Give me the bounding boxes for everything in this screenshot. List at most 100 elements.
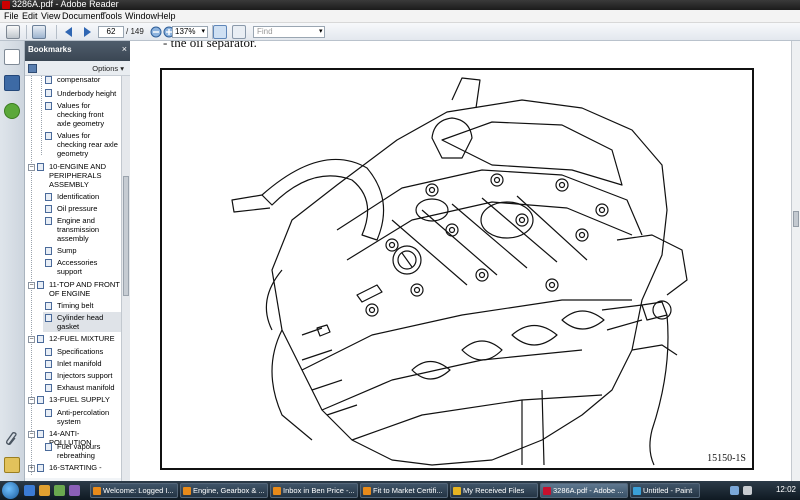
bookmark-item[interactable]: Inlet manifold — [57, 359, 119, 368]
bookmark-icon — [45, 247, 52, 255]
quick-launch-desktop-icon[interactable] — [69, 485, 80, 496]
collapse-toggle[interactable]: − — [28, 282, 35, 289]
document-scrollbar[interactable] — [791, 41, 800, 481]
bookmark-icon — [45, 360, 52, 368]
bookmark-item[interactable]: Oil pressure — [57, 204, 119, 213]
network-icon[interactable] — [730, 486, 739, 495]
options-menu[interactable]: Options ▾ — [92, 64, 124, 73]
quick-launch-media-icon[interactable] — [54, 485, 65, 496]
taskbar-item[interactable]: Engine, Gearbox & ... — [180, 483, 268, 498]
bookmark-item[interactable]: Specifications — [57, 347, 119, 356]
bookmark-item[interactable]: Accessories support — [57, 258, 119, 276]
print-icon[interactable] — [6, 25, 20, 39]
bookmark-section[interactable]: 13-FUEL SUPPLY — [49, 395, 121, 404]
taskbar-item[interactable]: Welcome: Logged I... — [90, 483, 178, 498]
menu-window[interactable]: Window — [125, 11, 157, 22]
taskbar-item-active[interactable]: 3286A.pdf - Adobe ... — [540, 483, 628, 498]
collapse-toggle[interactable]: − — [28, 397, 35, 404]
menu-edit[interactable]: Edit — [22, 11, 38, 22]
bookmark-icon — [45, 409, 52, 417]
bookmark-item[interactable]: Anti-percolation system — [57, 408, 119, 426]
toolbar-separator — [26, 25, 27, 39]
taskbar-item[interactable]: Fit to Market Certifi... — [360, 483, 448, 498]
fit-width-icon[interactable] — [232, 25, 246, 39]
bookmark-item[interactable]: Exhaust manifold — [57, 383, 119, 392]
bookmark-item[interactable]: compensator — [57, 76, 119, 84]
bookmark-icon — [37, 464, 44, 472]
bookmark-item[interactable]: Timing belt — [57, 301, 119, 310]
clock[interactable]: 12:02 — [776, 485, 796, 495]
bookmark-action-icon[interactable] — [28, 64, 37, 73]
help-icon[interactable] — [4, 103, 20, 119]
bookmark-icon — [45, 217, 52, 225]
bookmark-icon — [45, 384, 52, 392]
bookmarks-icon[interactable] — [4, 75, 20, 91]
close-icon[interactable]: × — [122, 44, 127, 54]
bookmark-item[interactable]: Identification — [57, 192, 119, 201]
menu-file[interactable]: File — [4, 11, 19, 22]
menu-document[interactable]: Document — [62, 11, 103, 22]
bookmark-item[interactable]: Values for checking front axle geometry — [57, 101, 119, 128]
taskbar-item[interactable]: Untitled - Paint — [630, 483, 700, 498]
page-number-input[interactable]: 62 — [98, 26, 124, 38]
expand-toggle[interactable]: + — [28, 465, 35, 472]
bookmark-section[interactable]: 10-ENGINE AND PERIPHERALS ASSEMBLY — [49, 162, 121, 189]
folder-icon — [453, 487, 461, 495]
bookmark-item[interactable]: Sump — [57, 246, 119, 255]
bookmark-item[interactable]: Values for checking rear axle geometry — [57, 131, 119, 158]
collapse-toggle[interactable]: − — [28, 164, 35, 171]
taskbar-item-label: My Received Files — [463, 486, 525, 495]
bookmark-icon — [37, 281, 44, 289]
zoom-select[interactable]: 137% ▾ — [172, 26, 208, 38]
bookmarks-title: Bookmarks — [28, 45, 72, 54]
find-input[interactable]: Find — [253, 26, 325, 38]
window-title: 3286A.pdf - Adobe Reader — [12, 0, 119, 9]
bookmark-section[interactable]: 16-STARTING - — [49, 463, 121, 472]
bookmark-item-selected[interactable]: Cylinder head gasket — [57, 313, 119, 331]
comments-icon[interactable] — [4, 457, 20, 473]
toolbar-separator — [56, 25, 57, 39]
bookmark-item[interactable]: Injectors support — [57, 371, 119, 380]
attachments-icon[interactable] — [4, 431, 20, 447]
title-bar: 3286A.pdf - Adobe Reader — [0, 0, 800, 10]
volume-icon[interactable] — [743, 486, 752, 495]
bookmark-icon — [45, 443, 52, 451]
quick-launch-explorer-icon[interactable] — [39, 485, 50, 496]
bookmark-section[interactable]: 12-FUEL MIXTURE — [49, 334, 121, 343]
collapse-toggle[interactable]: − — [28, 336, 35, 343]
find-dropdown-icon[interactable]: ▾ — [319, 27, 323, 35]
menu-help[interactable]: Help — [157, 11, 176, 22]
next-page-icon[interactable] — [80, 25, 94, 39]
bookmark-icon — [37, 430, 44, 438]
menu-tools[interactable]: Tools — [101, 11, 122, 22]
paint-icon — [633, 487, 641, 495]
bookmark-item[interactable]: Engine and transmission assembly — [57, 216, 119, 243]
bookmark-section[interactable]: 11-TOP AND FRONT OF ENGINE — [49, 280, 121, 298]
taskbar-item[interactable]: My Received Files — [450, 483, 538, 498]
scrollbar-thumb[interactable] — [123, 176, 129, 296]
start-button[interactable] — [2, 482, 19, 499]
collapse-toggle[interactable]: − — [28, 431, 35, 438]
fit-page-icon[interactable] — [213, 25, 227, 39]
previous-page-icon[interactable] — [62, 25, 76, 39]
bookmarks-toolbar: Options ▾ — [25, 61, 130, 76]
zoom-out-icon[interactable] — [150, 25, 162, 39]
quick-launch-ie-icon[interactable] — [24, 485, 35, 496]
email-icon[interactable] — [32, 25, 46, 39]
pages-icon[interactable] — [4, 49, 20, 65]
bookmark-item[interactable]: Underbody height — [57, 89, 119, 98]
bookmark-icon — [45, 193, 52, 201]
bookmark-icon — [45, 132, 52, 140]
bookmark-item[interactable]: Fuel vapours rebreathing — [57, 442, 119, 460]
system-tray: 12:02 — [726, 481, 800, 500]
bookmark-icon — [37, 163, 44, 171]
bookmark-icon — [45, 302, 52, 310]
bookmark-icon — [37, 396, 44, 404]
bookmarks-scrollbar[interactable] — [121, 76, 130, 481]
scrollbar-thumb[interactable] — [793, 211, 799, 227]
taskbar-item-label: Fit to Market Certifi... — [373, 486, 443, 495]
menu-view[interactable]: View — [41, 11, 60, 22]
document-view[interactable]: - the oil separator. 15150-1S — [130, 41, 791, 481]
taskbar-item[interactable]: Inbox in Ben Price -... — [270, 483, 358, 498]
adobe-reader-icon — [543, 487, 551, 495]
